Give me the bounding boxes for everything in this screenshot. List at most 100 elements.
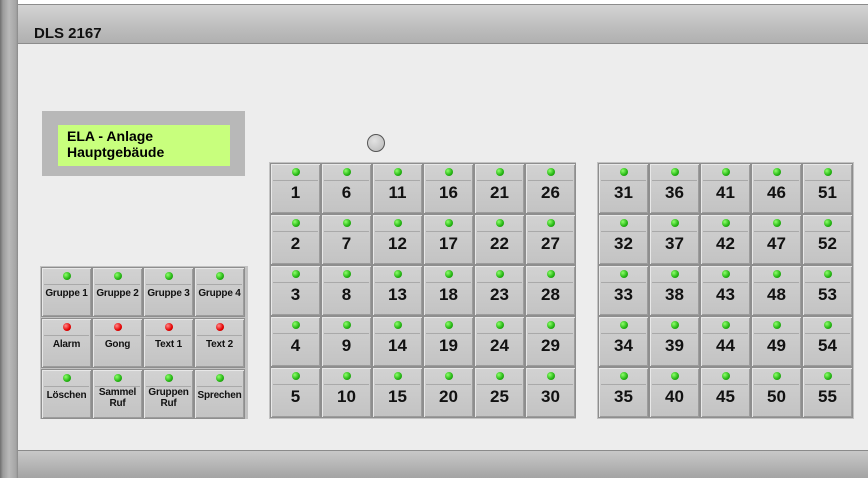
text-1-button[interactable]: Text 1	[143, 318, 194, 368]
zone-button-52[interactable]: 52	[802, 214, 853, 265]
zone-button-25[interactable]: 25	[474, 367, 525, 418]
zone-number: 2	[290, 234, 301, 253]
zone-button-11[interactable]: 11	[372, 163, 423, 214]
zone-button-9[interactable]: 9	[321, 316, 372, 367]
button-divider	[324, 384, 369, 385]
zone-number: 54	[818, 336, 837, 355]
button-divider	[601, 333, 646, 334]
zone-button-24[interactable]: 24	[474, 316, 525, 367]
button-divider	[601, 180, 646, 181]
zone-button-41[interactable]: 41	[700, 163, 751, 214]
control-button-label: Gruppe 2	[96, 288, 139, 299]
zone-button-46[interactable]: 46	[751, 163, 802, 214]
button-divider	[375, 282, 420, 283]
zone-button-15[interactable]: 15	[372, 367, 423, 418]
zone-button-42[interactable]: 42	[700, 214, 751, 265]
led-green-icon	[772, 321, 781, 329]
zone-button-32[interactable]: 32	[598, 214, 649, 265]
led-green-icon	[619, 321, 628, 329]
gruppen-ruf-button[interactable]: Gruppen Ruf	[143, 369, 194, 419]
zone-button-37[interactable]: 37	[649, 214, 700, 265]
zone-button-18[interactable]: 18	[423, 265, 474, 316]
zone-button-10[interactable]: 10	[321, 367, 372, 418]
zone-number: 48	[767, 285, 786, 304]
gruppe-2-button[interactable]: Gruppe 2	[92, 267, 143, 317]
zone-button-16[interactable]: 16	[423, 163, 474, 214]
gong-button[interactable]: Gong	[92, 318, 143, 368]
zone-button-21[interactable]: 21	[474, 163, 525, 214]
zone-number: 30	[541, 387, 560, 406]
zone-button-49[interactable]: 49	[751, 316, 802, 367]
zone-button-54[interactable]: 54	[802, 316, 853, 367]
zone-button-20[interactable]: 20	[423, 367, 474, 418]
zone-button-44[interactable]: 44	[700, 316, 751, 367]
button-divider	[528, 333, 573, 334]
gruppe-4-button[interactable]: Gruppe 4	[194, 267, 245, 317]
led-green-icon	[619, 270, 628, 278]
control-button-label: Gruppe 1	[45, 288, 88, 299]
zone-button-1[interactable]: 1	[270, 163, 321, 214]
zone-button-5[interactable]: 5	[270, 367, 321, 418]
zone-button-7[interactable]: 7	[321, 214, 372, 265]
zone-button-31[interactable]: 31	[598, 163, 649, 214]
zone-button-45[interactable]: 45	[700, 367, 751, 418]
alarm-button[interactable]: Alarm	[41, 318, 92, 368]
zone-button-47[interactable]: 47	[751, 214, 802, 265]
zone-button-38[interactable]: 38	[649, 265, 700, 316]
zone-button-13[interactable]: 13	[372, 265, 423, 316]
zone-button-35[interactable]: 35	[598, 367, 649, 418]
sprechen-button[interactable]: Sprechen	[194, 369, 245, 419]
zone-button-3[interactable]: 3	[270, 265, 321, 316]
zone-button-6[interactable]: 6	[321, 163, 372, 214]
zone-button-33[interactable]: 33	[598, 265, 649, 316]
zone-button-30[interactable]: 30	[525, 367, 576, 418]
zone-number: 55	[818, 387, 837, 406]
zone-button-50[interactable]: 50	[751, 367, 802, 418]
zone-number: 13	[388, 285, 407, 304]
zone-button-4[interactable]: 4	[270, 316, 321, 367]
zone-button-14[interactable]: 14	[372, 316, 423, 367]
zone-number: 8	[341, 285, 352, 304]
led-green-icon	[823, 219, 832, 227]
button-divider	[273, 333, 318, 334]
button-divider	[703, 282, 748, 283]
zone-button-34[interactable]: 34	[598, 316, 649, 367]
zone-button-39[interactable]: 39	[649, 316, 700, 367]
loeschen-button[interactable]: Löschen	[41, 369, 92, 419]
zone-button-55[interactable]: 55	[802, 367, 853, 418]
zone-button-2[interactable]: 2	[270, 214, 321, 265]
zone-button-29[interactable]: 29	[525, 316, 576, 367]
button-divider	[528, 384, 573, 385]
zone-button-28[interactable]: 28	[525, 265, 576, 316]
button-divider	[703, 333, 748, 334]
zone-button-48[interactable]: 48	[751, 265, 802, 316]
led-green-icon	[164, 272, 173, 280]
zone-button-19[interactable]: 19	[423, 316, 474, 367]
zone-button-22[interactable]: 22	[474, 214, 525, 265]
gruppe-3-button[interactable]: Gruppe 3	[143, 267, 194, 317]
sammel-ruf-button[interactable]: Sammel Ruf	[92, 369, 143, 419]
zone-button-17[interactable]: 17	[423, 214, 474, 265]
zone-button-53[interactable]: 53	[802, 265, 853, 316]
zone-button-23[interactable]: 23	[474, 265, 525, 316]
zone-number: 11	[388, 183, 407, 202]
led-green-icon	[546, 168, 555, 176]
zone-number: 42	[716, 234, 735, 253]
button-divider	[197, 284, 242, 285]
zone-button-8[interactable]: 8	[321, 265, 372, 316]
zone-button-26[interactable]: 26	[525, 163, 576, 214]
zone-button-43[interactable]: 43	[700, 265, 751, 316]
button-divider	[324, 333, 369, 334]
zone-button-40[interactable]: 40	[649, 367, 700, 418]
gruppe-1-button[interactable]: Gruppe 1	[41, 267, 92, 317]
zone-number: 9	[341, 336, 352, 355]
zone-button-36[interactable]: 36	[649, 163, 700, 214]
button-divider	[44, 386, 89, 387]
zone-button-12[interactable]: 12	[372, 214, 423, 265]
button-divider	[601, 231, 646, 232]
text-2-button[interactable]: Text 2	[194, 318, 245, 368]
zone-button-51[interactable]: 51	[802, 163, 853, 214]
zone-button-27[interactable]: 27	[525, 214, 576, 265]
bottom-bar	[18, 450, 868, 478]
button-divider	[805, 333, 850, 334]
